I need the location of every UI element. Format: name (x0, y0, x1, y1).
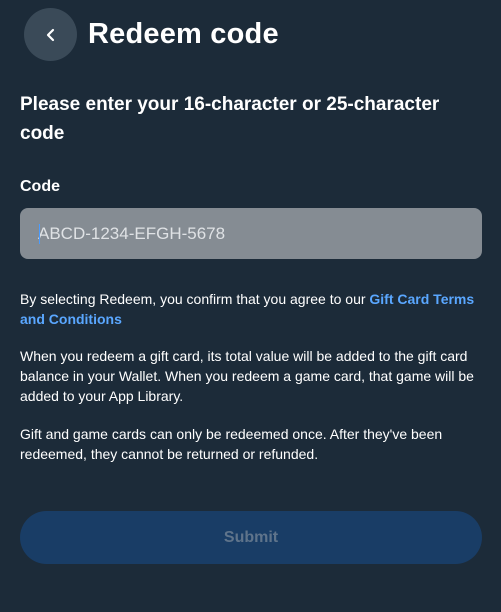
submit-button[interactable]: Submit (20, 511, 482, 564)
text-caret (39, 224, 40, 244)
terms-paragraph: By selecting Redeem, you confirm that yo… (20, 289, 486, 329)
header: Redeem code (0, 0, 501, 72)
page-title: Redeem code (88, 18, 279, 50)
back-button[interactable] (24, 8, 77, 61)
redeem-info-paragraph: When you redeem a gift card, its total v… (20, 348, 474, 404)
chevron-left-icon (46, 28, 54, 41)
terms-prefix: By selecting Redeem, you confirm that yo… (20, 291, 370, 307)
code-input[interactable] (20, 208, 482, 259)
instruction-text: Please enter your 16-character or 25-cha… (20, 94, 440, 144)
redeem-once-paragraph: Gift and game cards can only be redeemed… (20, 426, 443, 462)
code-label: Code (20, 178, 60, 195)
